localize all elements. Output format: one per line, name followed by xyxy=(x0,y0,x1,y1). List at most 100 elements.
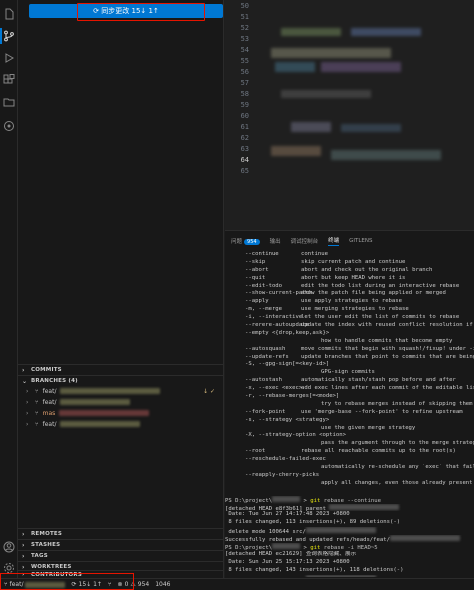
terminal-line: -X, --strategy-option <option> xyxy=(225,432,474,440)
option-description: show the patch file being applied or mer… xyxy=(301,290,446,297)
tab-debug-console[interactable]: 调试控制台 xyxy=(291,237,319,245)
status-publish[interactable]: ⑂ xyxy=(108,581,112,588)
line-number: 51 xyxy=(240,13,249,21)
terminal-line: how to handle commits that become empty xyxy=(225,338,474,346)
terminal-line: [detached HEAD ec21629] 查询表格隐藏、展示 xyxy=(225,551,474,559)
terminal-line: --autostash automatically stash/stash pop… xyxy=(225,377,474,385)
branch-compare-icon: ⑂ xyxy=(107,581,112,588)
branch-item[interactable]: › ⑂ feat/ ↓ ✓ xyxy=(18,386,223,396)
status-sync[interactable]: ⟳ 15↓ 1↑ xyxy=(71,581,101,588)
line-number: 65 xyxy=(240,167,249,175)
section-branches[interactable]: ⌄ BRANCHES (4) xyxy=(18,375,223,386)
status-problems[interactable]: ⊗ 0 ⚠ 954 xyxy=(118,581,150,588)
option-description: let the user edit the list of commits to… xyxy=(301,314,460,321)
status-branch-name: feat/ xyxy=(9,581,24,588)
redacted-text xyxy=(272,542,301,549)
source-control-icon[interactable] xyxy=(0,28,15,44)
terminal-output[interactable]: --continue continue --skip skip current pat… xyxy=(225,251,474,577)
branch-item[interactable]: › ⑂ feat/ xyxy=(18,419,223,429)
branch-item[interactable]: › ⑂ feat/ xyxy=(18,397,223,407)
status-position[interactable]: 1046 xyxy=(155,581,170,588)
option-flag: -X, --strategy-option <option> xyxy=(245,432,347,439)
terminal-line: Successfully rebased and updated refs/he… xyxy=(225,535,474,543)
folder-icon[interactable] xyxy=(3,96,15,108)
option-flag: --show-current-patch xyxy=(245,290,313,297)
line-number: 53 xyxy=(240,35,249,43)
terminal-text: [detached HEAD ec21629] 查询表格隐藏、展示 xyxy=(225,550,357,557)
option-description: GPG-sign commits xyxy=(321,369,375,376)
tab-problems[interactable]: 问题 954 xyxy=(231,237,260,245)
chevron-right-icon: › xyxy=(26,387,29,395)
option-description: edit the todo list during an interactive… xyxy=(301,282,460,289)
git-command: git xyxy=(310,497,321,504)
status-sync-count: 15↓ 1↑ xyxy=(78,581,102,588)
redacted-text xyxy=(329,503,400,510)
run-debug-icon[interactable] xyxy=(3,52,15,64)
account-icon[interactable] xyxy=(3,541,15,553)
status-warnings: 954 xyxy=(137,581,150,588)
line-number: 61 xyxy=(240,123,249,131)
option-flag: --continue xyxy=(245,251,279,257)
terminal-line: --quit abort but keep HEAD where it is xyxy=(225,275,474,283)
git-arguments: rebase --continue xyxy=(320,497,381,504)
option-description: update the index with reused conflict re… xyxy=(301,322,473,329)
option-description: try to rebase merges instead of skipping… xyxy=(321,400,473,407)
section-tags[interactable]: › TAGS xyxy=(18,550,223,561)
redacted-text xyxy=(272,495,301,502)
line-number: 62 xyxy=(240,134,249,142)
section-commits[interactable]: › COMMITS xyxy=(18,364,223,375)
option-flag: --apply xyxy=(245,298,269,305)
chevron-right-icon: › xyxy=(26,409,29,417)
section-contributors[interactable]: › CONTRIBUTORS xyxy=(18,570,223,578)
terminal-line: [detached HEAD e8f3b61] parent xyxy=(225,503,474,511)
terminal-line: --empty <{drop,keep,ask}> xyxy=(225,330,474,338)
gear-icon[interactable] xyxy=(3,562,15,574)
option-flag: -r, --rebase-merges[=<mode>] xyxy=(245,393,340,400)
terminal-line: --fork-point use 'merge-base --fork-point… xyxy=(225,409,474,417)
tab-gitlens[interactable]: GITLENS xyxy=(349,238,372,244)
option-description: add exec lines after each commit of the … xyxy=(301,385,474,392)
option-flag: --autosquash xyxy=(245,345,286,352)
terminal-text: Date: Tue Jun 27 14:17:48 2023 +0800 xyxy=(225,511,350,518)
code-editor[interactable]: 50 51 52 53 54 55 56 57 58 59 60 61 62 63 64 65 xyxy=(225,0,474,230)
terminal-text: PS D:\project\ xyxy=(225,497,273,504)
terminal-line: --apply use apply strategies to rebase xyxy=(225,298,474,306)
terminal-line: -r, --rebase-merges[=<mode>] xyxy=(225,393,474,401)
bottom-panel: 问题 954 输出 调试控制台 终端 GITLENS --continue cont… xyxy=(225,230,474,578)
section-remotes-label: REMOTES xyxy=(31,531,63,537)
section-stashes[interactable]: › STASHES xyxy=(18,539,223,550)
option-description: update branches that point to commits th… xyxy=(301,353,474,360)
branch-name: mas xyxy=(42,409,56,417)
tab-terminal[interactable]: 终端 xyxy=(328,236,340,246)
error-icon: ⊗ xyxy=(117,581,123,588)
section-remotes[interactable]: › REMOTES xyxy=(18,528,223,539)
sync-icon: ⟳ xyxy=(71,581,77,588)
option-flag: --empty <{drop,keep,ask}> xyxy=(245,329,330,336)
extensions-icon[interactable] xyxy=(3,74,15,86)
chevron-down-icon: ⌄ xyxy=(22,377,28,385)
tab-output[interactable]: 输出 xyxy=(270,237,281,245)
branch-item[interactable]: › ⑂ mas xyxy=(18,408,223,418)
files-icon[interactable] xyxy=(3,8,15,20)
gitlens-icon[interactable] xyxy=(3,120,15,132)
redacted-text xyxy=(390,535,461,542)
sync-changes-button[interactable]: ⟳ 同步更改 15↓ 1↑ xyxy=(29,3,223,21)
terminal-line: pass the argument through to the merge s… xyxy=(225,440,474,448)
option-description: automatically re-schedule any `exec` tha… xyxy=(321,464,474,471)
terminal-line: 8 files changed, 143 insertions(+), 118 … xyxy=(225,567,474,575)
terminal-line: --update-refs update branches that point … xyxy=(225,354,474,362)
status-branch[interactable]: ⑂ feat/ xyxy=(4,581,66,588)
option-flag: --abort xyxy=(245,266,269,273)
line-number: 60 xyxy=(240,112,249,120)
redacted-text xyxy=(25,581,66,588)
branch-icon: ⑂ xyxy=(4,581,8,588)
redacted-text xyxy=(59,410,150,416)
terminal-text: 8 files changed, 143 insertions(+), 118 … xyxy=(225,566,404,573)
tab-problems-label: 问题 xyxy=(231,239,243,245)
option-flag: --root xyxy=(245,448,266,455)
option-flag: --edit-todo xyxy=(245,282,283,289)
section-contributors-label: CONTRIBUTORS xyxy=(31,571,83,578)
terminal-line: --reapply-cherry-picks xyxy=(225,472,474,480)
branch-icon: ⑂ xyxy=(35,398,39,406)
